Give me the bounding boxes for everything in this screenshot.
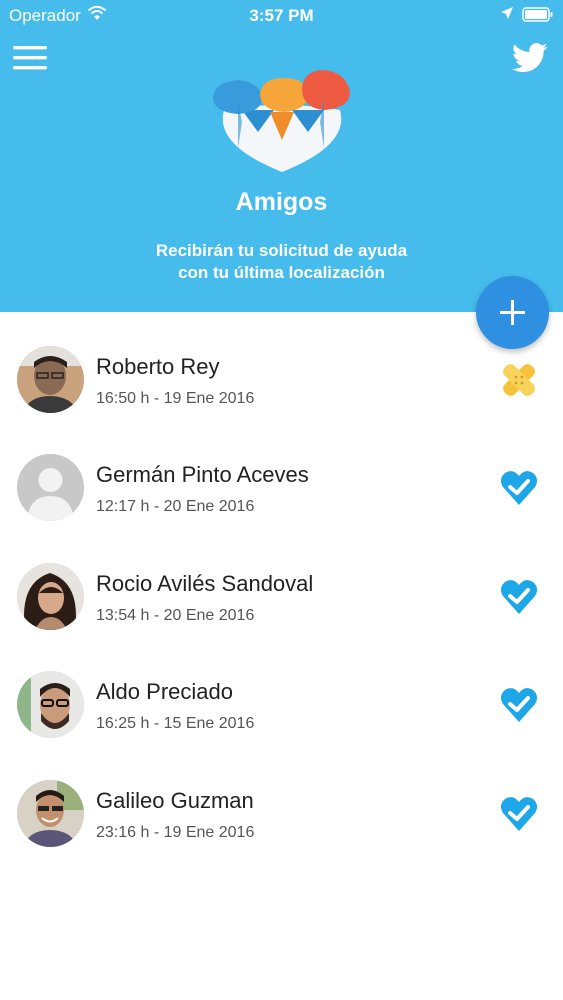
friend-date: 23:16 h - 19 Ene 2016	[96, 824, 255, 841]
clock: 3:57 PM	[249, 6, 314, 25]
subtitle-line-1: Recibirán tu solicitud de ayuda	[155, 241, 408, 260]
page-title: Amigos	[235, 188, 328, 216]
heart-check-icon	[500, 688, 538, 722]
friend-date: 16:25 h - 15 Ene 2016	[96, 715, 255, 732]
avatar	[17, 346, 84, 413]
battery-icon	[522, 7, 553, 22]
friend-name: Roberto Rey	[96, 354, 220, 379]
plus-icon	[500, 300, 525, 325]
avatar	[17, 780, 84, 847]
subtitle: Recibirán tu solicitud de ayuda con tu ú…	[100, 240, 463, 284]
heart-check-icon	[500, 580, 538, 614]
avatar	[17, 671, 84, 738]
twitter-icon[interactable]	[512, 42, 548, 74]
avatar	[17, 563, 84, 630]
friend-row[interactable]: Rocio Avilés Sandoval 13:54 h - 20 Ene 2…	[0, 529, 563, 637]
heart-check-icon	[500, 797, 538, 831]
bandage-icon	[503, 364, 535, 396]
heart-check-icon	[500, 471, 538, 505]
friend-date: 13:54 h - 20 Ene 2016	[96, 607, 255, 624]
friend-row[interactable]: Galileo Guzman 23:16 h - 19 Ene 2016	[0, 746, 563, 854]
header: Operador 3:57 PM Amigos Recibirán tu sol…	[0, 0, 563, 312]
status-bar: Operador 3:57 PM	[0, 0, 563, 30]
friend-row[interactable]: Aldo Preciado 16:25 h - 15 Ene 2016	[0, 637, 563, 745]
friend-name: Germán Pinto Aceves	[96, 462, 309, 487]
friend-name: Aldo Preciado	[96, 679, 233, 704]
menu-icon[interactable]	[13, 44, 47, 72]
location-arrow-icon	[501, 7, 513, 19]
friends-logo	[213, 70, 350, 172]
subtitle-line-2: con tu última localización	[178, 263, 385, 282]
friend-row[interactable]: Germán Pinto Aceves 12:17 h - 20 Ene 201…	[0, 420, 563, 528]
friend-date: 16:50 h - 19 Ene 2016	[96, 390, 255, 407]
avatar	[17, 454, 84, 521]
friend-name: Rocio Avilés Sandoval	[96, 571, 314, 596]
add-friend-button[interactable]	[476, 276, 549, 349]
friend-date: 12:17 h - 20 Ene 2016	[96, 498, 255, 515]
friend-name: Galileo Guzman	[96, 788, 254, 813]
